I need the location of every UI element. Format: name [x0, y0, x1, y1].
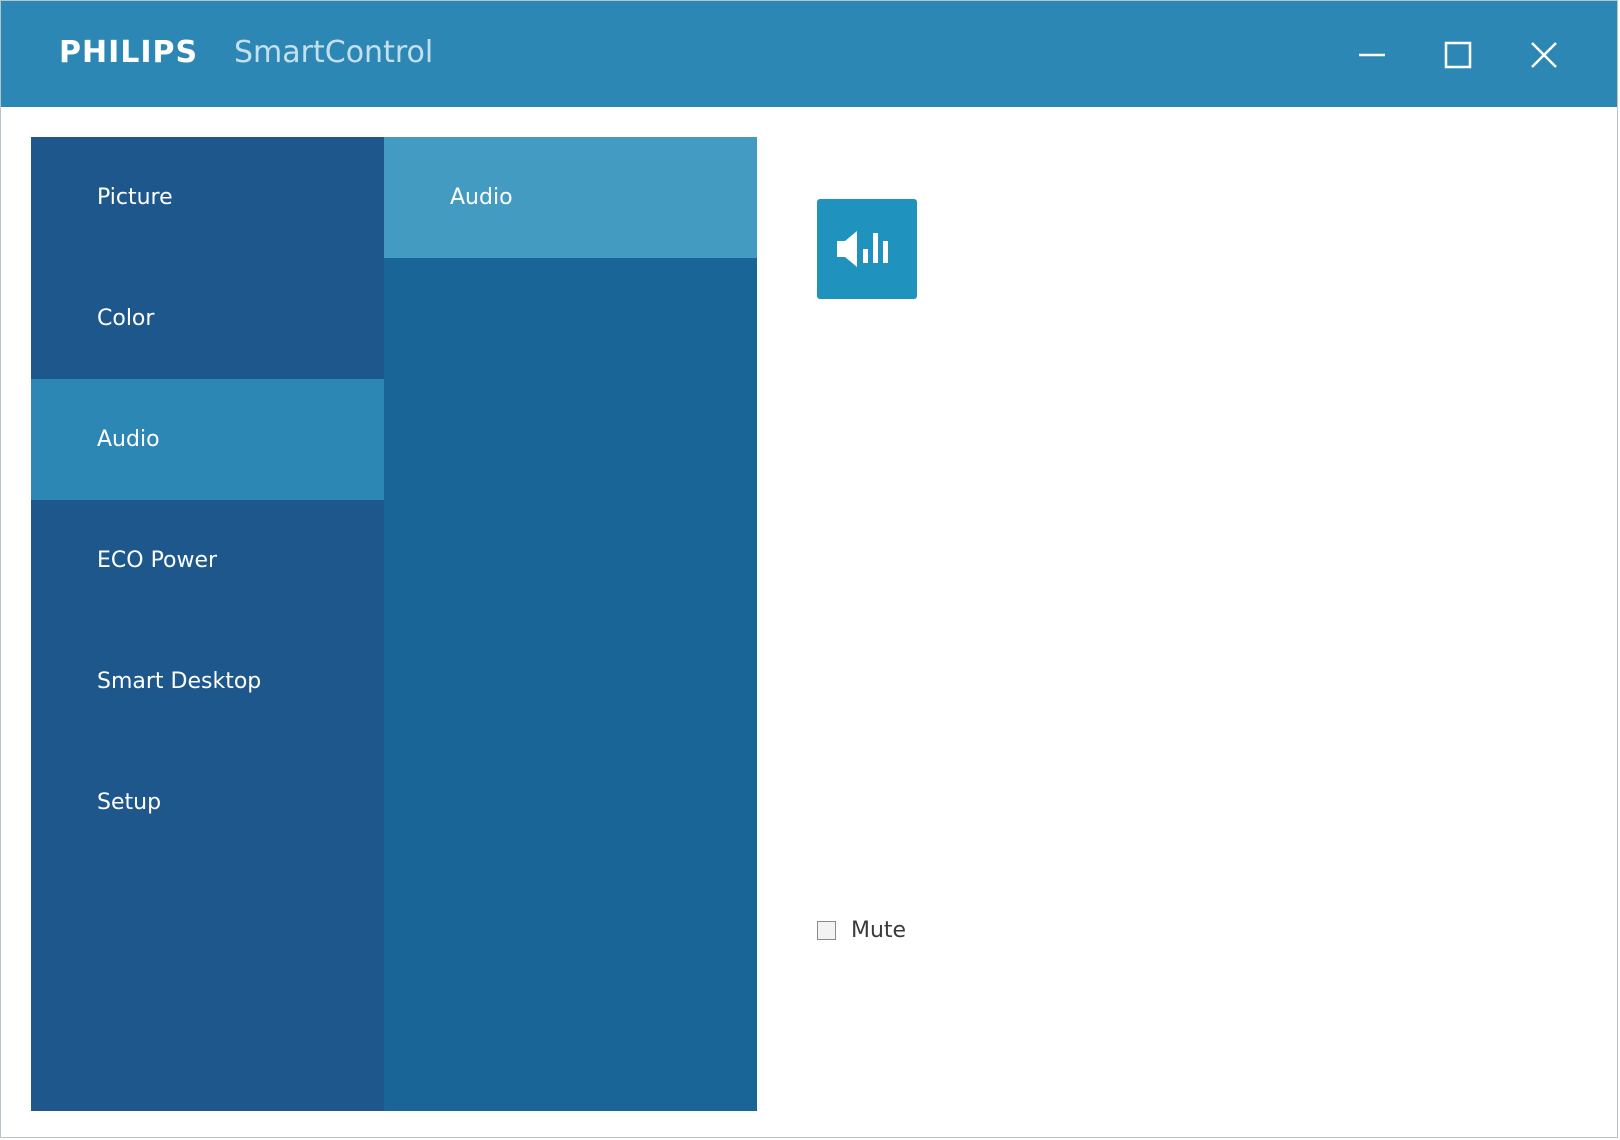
- minimize-button[interactable]: [1346, 29, 1398, 81]
- nav-item-audio[interactable]: Audio: [31, 379, 384, 500]
- maximize-button[interactable]: [1432, 29, 1484, 81]
- smartcontrol-window: PHILIPS SmartControl Picture Color Audio…: [0, 0, 1618, 1138]
- sub-nav: Audio: [384, 137, 757, 1111]
- nav-item-label: ECO Power: [97, 548, 218, 573]
- audio-tile: [817, 199, 917, 299]
- mute-checkbox[interactable]: [817, 920, 836, 940]
- mute-label: Mute: [851, 917, 907, 943]
- nav-item-picture[interactable]: Picture: [31, 137, 384, 258]
- nav-item-smart-desktop[interactable]: Smart Desktop: [31, 621, 384, 742]
- nav-item-color[interactable]: Color: [31, 258, 384, 379]
- app-title: SmartControl: [234, 35, 434, 70]
- nav-item-setup[interactable]: Setup: [31, 742, 384, 863]
- subnav-item-audio[interactable]: Audio: [384, 137, 757, 258]
- nav-item-label: Color: [97, 306, 155, 331]
- nav-item-label: Picture: [97, 185, 173, 210]
- nav-item-label: Smart Desktop: [97, 669, 262, 694]
- nav-item-label: Setup: [97, 790, 162, 815]
- title-bar: PHILIPS SmartControl: [1, 1, 1617, 107]
- minimize-icon: [1359, 53, 1385, 57]
- subnav-item-label: Audio: [450, 185, 513, 210]
- mute-option[interactable]: Mute: [817, 915, 906, 945]
- close-button[interactable]: [1518, 29, 1570, 81]
- close-icon: [1531, 42, 1557, 68]
- philips-logo: PHILIPS: [59, 35, 199, 70]
- maximize-icon: [1444, 41, 1472, 69]
- nav-item-eco-power[interactable]: ECO Power: [31, 500, 384, 621]
- main-nav: Picture Color Audio ECO Power Smart Desk…: [31, 137, 384, 1111]
- nav-item-label: Audio: [97, 427, 160, 452]
- speaker-equalizer-icon: [837, 231, 888, 267]
